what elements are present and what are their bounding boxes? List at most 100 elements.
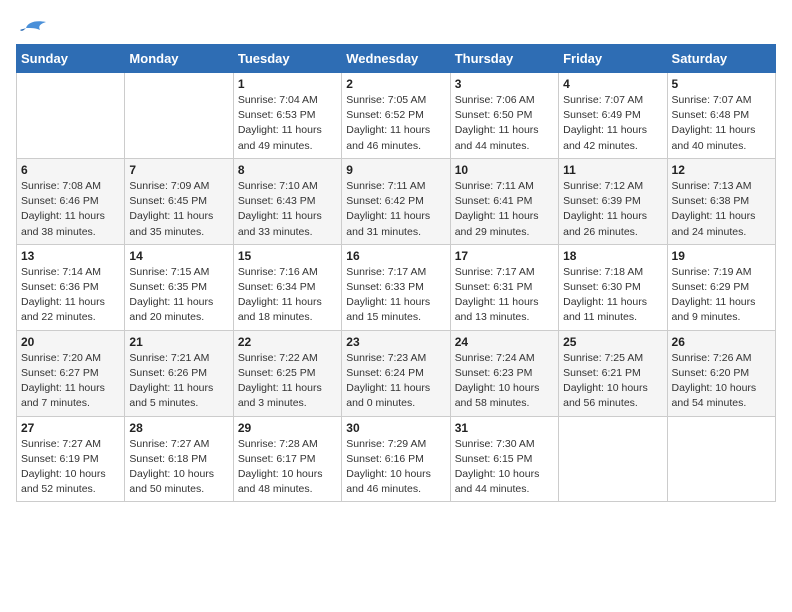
day-info: Sunrise: 7:26 AMSunset: 6:20 PMDaylight:… xyxy=(672,351,771,412)
calendar-cell xyxy=(125,73,233,159)
calendar-week-5: 27Sunrise: 7:27 AMSunset: 6:19 PMDayligh… xyxy=(17,416,776,502)
day-info: Sunrise: 7:23 AMSunset: 6:24 PMDaylight:… xyxy=(346,351,445,412)
day-info: Sunrise: 7:14 AMSunset: 6:36 PMDaylight:… xyxy=(21,265,120,326)
calendar-week-3: 13 Sunrise: 7:14 AMSunset: 6:36 PMDayligh… xyxy=(17,244,776,330)
calendar-cell xyxy=(667,416,775,502)
calendar-cell: 6 Sunrise: 7:08 AMSunset: 6:46 PMDaylight… xyxy=(17,158,125,244)
calendar-header: Sunday Monday Tuesday Wednesday Thursday… xyxy=(17,45,776,73)
logo xyxy=(16,16,48,36)
day-number: 15 xyxy=(238,249,337,263)
calendar-cell: 23 Sunrise: 7:23 AMSunset: 6:24 PMDayligh… xyxy=(342,330,450,416)
col-friday: Friday xyxy=(559,45,667,73)
day-info: Sunrise: 7:09 AMSunset: 6:45 PMDaylight:… xyxy=(129,179,228,240)
day-number: 21 xyxy=(129,335,228,349)
day-number: 29 xyxy=(238,421,337,435)
calendar-cell: 7 Sunrise: 7:09 AMSunset: 6:45 PMDaylight… xyxy=(125,158,233,244)
day-info: Sunrise: 7:10 AMSunset: 6:43 PMDaylight:… xyxy=(238,179,337,240)
day-info: Sunrise: 7:20 AMSunset: 6:27 PMDaylight:… xyxy=(21,351,120,412)
calendar-week-1: 1 Sunrise: 7:04 AMSunset: 6:53 PMDaylight… xyxy=(17,73,776,159)
day-info: Sunrise: 7:07 AMSunset: 6:48 PMDaylight:… xyxy=(672,93,771,154)
day-info: Sunrise: 7:17 AMSunset: 6:31 PMDaylight:… xyxy=(455,265,554,326)
calendar-cell: 3Sunrise: 7:06 AMSunset: 6:50 PMDaylight… xyxy=(450,73,558,159)
day-info: Sunrise: 7:16 AMSunset: 6:34 PMDaylight:… xyxy=(238,265,337,326)
calendar-week-2: 6 Sunrise: 7:08 AMSunset: 6:46 PMDaylight… xyxy=(17,158,776,244)
col-sunday: Sunday xyxy=(17,45,125,73)
calendar-cell: 11 Sunrise: 7:12 AMSunset: 6:39 PMDayligh… xyxy=(559,158,667,244)
col-tuesday: Tuesday xyxy=(233,45,341,73)
day-info: Sunrise: 7:27 AMSunset: 6:18 PMDaylight:… xyxy=(129,437,228,498)
col-thursday: Thursday xyxy=(450,45,558,73)
day-info: Sunrise: 7:28 AMSunset: 6:17 PMDaylight:… xyxy=(238,437,337,498)
day-number: 25 xyxy=(563,335,662,349)
day-number: 9 xyxy=(346,163,445,177)
day-info: Sunrise: 7:05 AMSunset: 6:52 PMDaylight:… xyxy=(346,93,445,154)
day-number: 17 xyxy=(455,249,554,263)
calendar-cell: 24Sunrise: 7:24 AMSunset: 6:23 PMDayligh… xyxy=(450,330,558,416)
day-number: 26 xyxy=(672,335,771,349)
calendar-cell: 27Sunrise: 7:27 AMSunset: 6:19 PMDayligh… xyxy=(17,416,125,502)
calendar-cell: 10 Sunrise: 7:11 AMSunset: 6:41 PMDayligh… xyxy=(450,158,558,244)
day-info: Sunrise: 7:13 AMSunset: 6:38 PMDaylight:… xyxy=(672,179,771,240)
day-number: 13 xyxy=(21,249,120,263)
day-number: 4 xyxy=(563,77,662,91)
calendar-body: 1 Sunrise: 7:04 AMSunset: 6:53 PMDaylight… xyxy=(17,73,776,502)
calendar-week-4: 20 Sunrise: 7:20 AMSunset: 6:27 PMDayligh… xyxy=(17,330,776,416)
calendar-cell: 2 Sunrise: 7:05 AMSunset: 6:52 PMDaylight… xyxy=(342,73,450,159)
day-number: 22 xyxy=(238,335,337,349)
day-number: 10 xyxy=(455,163,554,177)
day-number: 31 xyxy=(455,421,554,435)
calendar-cell: 16Sunrise: 7:17 AMSunset: 6:33 PMDayligh… xyxy=(342,244,450,330)
calendar-cell: 18 Sunrise: 7:18 AMSunset: 6:30 PMDayligh… xyxy=(559,244,667,330)
calendar-cell: 12 Sunrise: 7:13 AMSunset: 6:38 PMDayligh… xyxy=(667,158,775,244)
day-info: Sunrise: 7:07 AMSunset: 6:49 PMDaylight:… xyxy=(563,93,662,154)
day-number: 6 xyxy=(21,163,120,177)
day-info: Sunrise: 7:25 AMSunset: 6:21 PMDaylight:… xyxy=(563,351,662,412)
day-number: 24 xyxy=(455,335,554,349)
calendar-cell: 22 Sunrise: 7:22 AMSunset: 6:25 PMDayligh… xyxy=(233,330,341,416)
calendar-cell: 26 Sunrise: 7:26 AMSunset: 6:20 PMDayligh… xyxy=(667,330,775,416)
calendar-cell: 4 Sunrise: 7:07 AMSunset: 6:49 PMDaylight… xyxy=(559,73,667,159)
day-number: 20 xyxy=(21,335,120,349)
calendar-cell: 9Sunrise: 7:11 AMSunset: 6:42 PMDaylight… xyxy=(342,158,450,244)
calendar-cell: 30Sunrise: 7:29 AMSunset: 6:16 PMDayligh… xyxy=(342,416,450,502)
day-info: Sunrise: 7:30 AMSunset: 6:15 PMDaylight:… xyxy=(455,437,554,498)
day-info: Sunrise: 7:12 AMSunset: 6:39 PMDaylight:… xyxy=(563,179,662,240)
calendar-cell: 15 Sunrise: 7:16 AMSunset: 6:34 PMDayligh… xyxy=(233,244,341,330)
day-number: 28 xyxy=(129,421,228,435)
calendar-cell: 14 Sunrise: 7:15 AMSunset: 6:35 PMDayligh… xyxy=(125,244,233,330)
day-info: Sunrise: 7:04 AMSunset: 6:53 PMDaylight:… xyxy=(238,93,337,154)
day-info: Sunrise: 7:19 AMSunset: 6:29 PMDaylight:… xyxy=(672,265,771,326)
day-number: 8 xyxy=(238,163,337,177)
calendar-cell: 19Sunrise: 7:19 AMSunset: 6:29 PMDayligh… xyxy=(667,244,775,330)
calendar-cell: 28 Sunrise: 7:27 AMSunset: 6:18 PMDayligh… xyxy=(125,416,233,502)
day-info: Sunrise: 7:22 AMSunset: 6:25 PMDaylight:… xyxy=(238,351,337,412)
day-number: 5 xyxy=(672,77,771,91)
day-info: Sunrise: 7:08 AMSunset: 6:46 PMDaylight:… xyxy=(21,179,120,240)
day-info: Sunrise: 7:06 AMSunset: 6:50 PMDaylight:… xyxy=(455,93,554,154)
day-number: 16 xyxy=(346,249,445,263)
calendar-cell: 5 Sunrise: 7:07 AMSunset: 6:48 PMDaylight… xyxy=(667,73,775,159)
day-number: 7 xyxy=(129,163,228,177)
day-info: Sunrise: 7:21 AMSunset: 6:26 PMDaylight:… xyxy=(129,351,228,412)
day-number: 11 xyxy=(563,163,662,177)
day-info: Sunrise: 7:15 AMSunset: 6:35 PMDaylight:… xyxy=(129,265,228,326)
page-header xyxy=(16,16,776,36)
day-info: Sunrise: 7:11 AMSunset: 6:41 PMDaylight:… xyxy=(455,179,554,240)
col-monday: Monday xyxy=(125,45,233,73)
day-info: Sunrise: 7:27 AMSunset: 6:19 PMDaylight:… xyxy=(21,437,120,498)
calendar-cell: 31 Sunrise: 7:30 AMSunset: 6:15 PMDayligh… xyxy=(450,416,558,502)
day-number: 1 xyxy=(238,77,337,91)
calendar-cell: 8 Sunrise: 7:10 AMSunset: 6:43 PMDaylight… xyxy=(233,158,341,244)
day-info: Sunrise: 7:18 AMSunset: 6:30 PMDaylight:… xyxy=(563,265,662,326)
calendar-cell: 17 Sunrise: 7:17 AMSunset: 6:31 PMDayligh… xyxy=(450,244,558,330)
day-number: 2 xyxy=(346,77,445,91)
calendar-cell: 21 Sunrise: 7:21 AMSunset: 6:26 PMDayligh… xyxy=(125,330,233,416)
calendar-cell xyxy=(17,73,125,159)
calendar-cell xyxy=(559,416,667,502)
day-number: 18 xyxy=(563,249,662,263)
day-number: 14 xyxy=(129,249,228,263)
day-number: 23 xyxy=(346,335,445,349)
col-wednesday: Wednesday xyxy=(342,45,450,73)
day-number: 30 xyxy=(346,421,445,435)
day-number: 12 xyxy=(672,163,771,177)
